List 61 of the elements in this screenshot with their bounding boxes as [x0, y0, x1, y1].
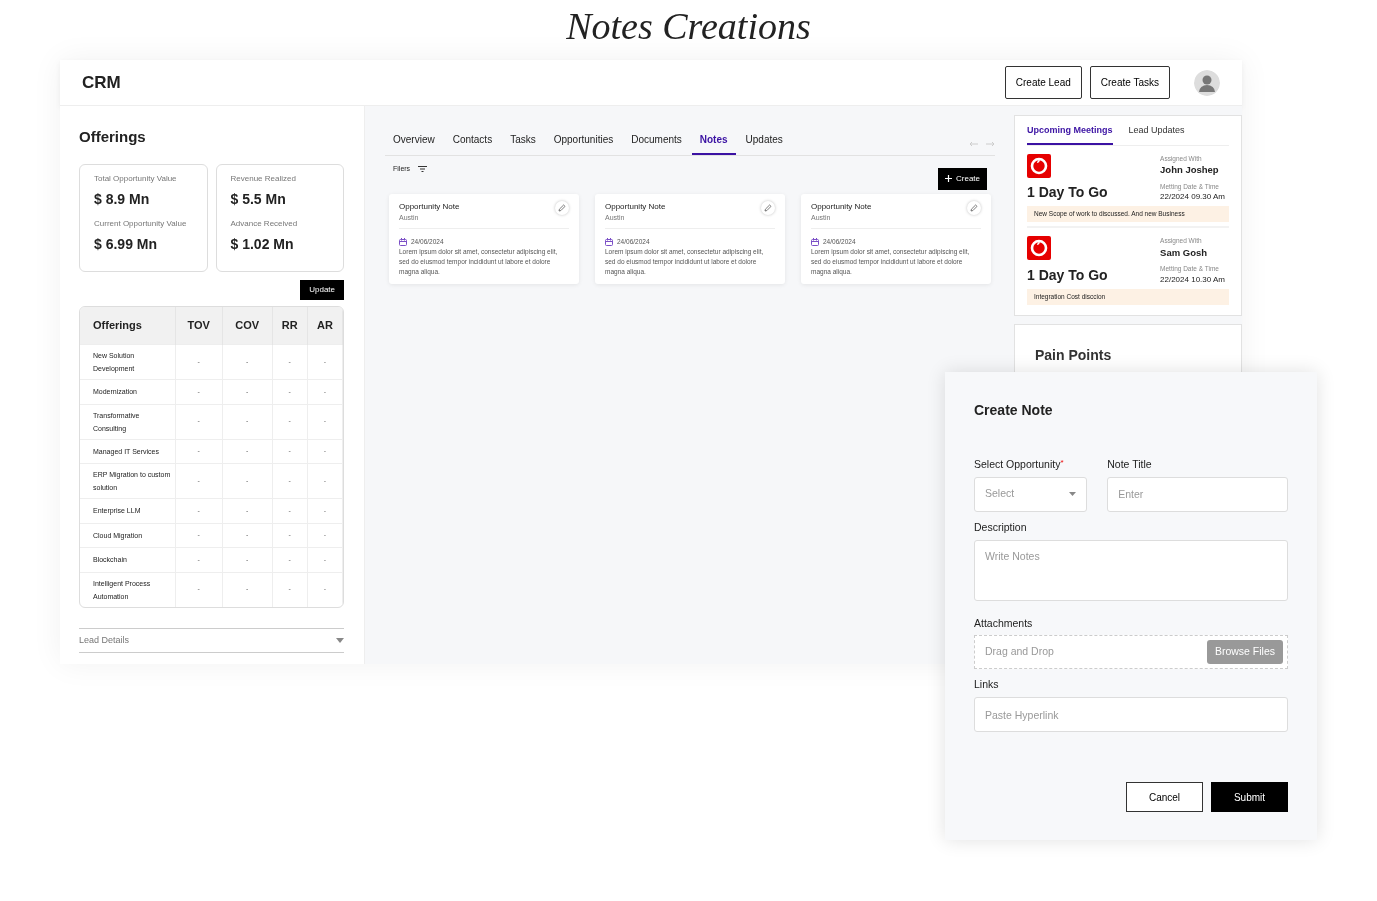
input-field[interactable]: Enter — [1107, 476, 1288, 512]
tab[interactable]: Updates — [737, 126, 791, 155]
calendar-icon — [811, 237, 819, 246]
note-title: Opportunity Note — [811, 201, 872, 213]
metric-label: Revenue Realized — [230, 172, 297, 185]
section-title: Pain Points — [1035, 345, 1113, 365]
column-header: AR — [307, 306, 343, 345]
metric-label: Total Opportunity Value — [94, 172, 178, 185]
logo-icon — [1027, 153, 1051, 178]
countdown: 1 Day To Go — [1027, 265, 1108, 285]
tab[interactable]: Tasks — [502, 126, 544, 155]
avatar-icon[interactable] — [1194, 69, 1220, 96]
metric-value: $ 5.5 Mn — [230, 189, 287, 209]
header-button[interactable]: Create Lead — [1004, 66, 1082, 99]
countdown: 1 Day To Go — [1027, 183, 1108, 203]
tab[interactable]: Contacts — [444, 126, 501, 155]
section-title: Offerings — [79, 127, 147, 147]
meeting-datetime: 22/2024 09.30 Am — [1160, 191, 1225, 204]
panel-title: Create Note — [974, 401, 1054, 420]
input-field[interactable]: Paste Hyperlink — [974, 697, 1288, 732]
logo-icon — [1027, 236, 1051, 260]
calendar-icon — [605, 237, 613, 246]
tab[interactable]: Upcoming Meetings — [1027, 121, 1113, 145]
metric-value: $ 1.02 Mn — [230, 234, 295, 254]
header-button[interactable]: Create Tasks — [1089, 66, 1170, 99]
tab[interactable]: Notes — [691, 126, 736, 155]
field-label: Description — [974, 519, 1028, 535]
text-area[interactable]: Write Notes — [974, 539, 1288, 601]
tab[interactable]: Opportunities — [545, 126, 622, 155]
cancel-button[interactable]: Cancel — [1126, 782, 1203, 812]
metric-value: $ 8.9 Mn — [94, 189, 151, 209]
note-title: Opportunity Note — [399, 201, 460, 213]
create-button[interactable]: Create — [938, 168, 987, 190]
calendar-icon — [399, 237, 407, 246]
column-header: TOV — [175, 306, 223, 345]
meeting-datetime: 22/2024 10.30 Am — [1160, 273, 1225, 286]
lead-details-label[interactable]: Lead Details — [79, 633, 130, 647]
caret-icon[interactable] — [1069, 492, 1077, 497]
column-header: RR — [272, 306, 308, 345]
caret-icon[interactable] — [336, 637, 344, 643]
metric-value: $ 6.99 Mn — [94, 234, 159, 254]
brand-name: CRM — [82, 71, 121, 94]
tab[interactable]: Overview — [385, 126, 443, 155]
tab[interactable]: Documents — [623, 126, 690, 155]
required-mark: * — [1060, 457, 1064, 467]
assignee-name: John Joshep — [1160, 163, 1220, 178]
field-label: Note Title — [1107, 457, 1153, 472]
submit-button[interactable]: Submit — [1211, 782, 1288, 812]
field-label: Attachments — [974, 615, 1034, 631]
page-title: Notes Creations — [565, 4, 812, 49]
column-header: Offerings — [80, 306, 175, 345]
filter-icon[interactable] — [418, 166, 428, 173]
metric-label: Advance Received — [230, 217, 299, 230]
field-label: Links — [974, 677, 1000, 693]
column-header: COV — [222, 306, 273, 345]
plus-icon[interactable] — [945, 175, 952, 183]
tab[interactable]: Lead Updates — [1128, 121, 1185, 145]
note-title: Opportunity Note — [605, 201, 666, 213]
update-button[interactable]: Update — [300, 279, 344, 300]
assignee-name: Sam Gosh — [1160, 245, 1209, 260]
metric-label: Current Opportunity Value — [94, 217, 188, 230]
